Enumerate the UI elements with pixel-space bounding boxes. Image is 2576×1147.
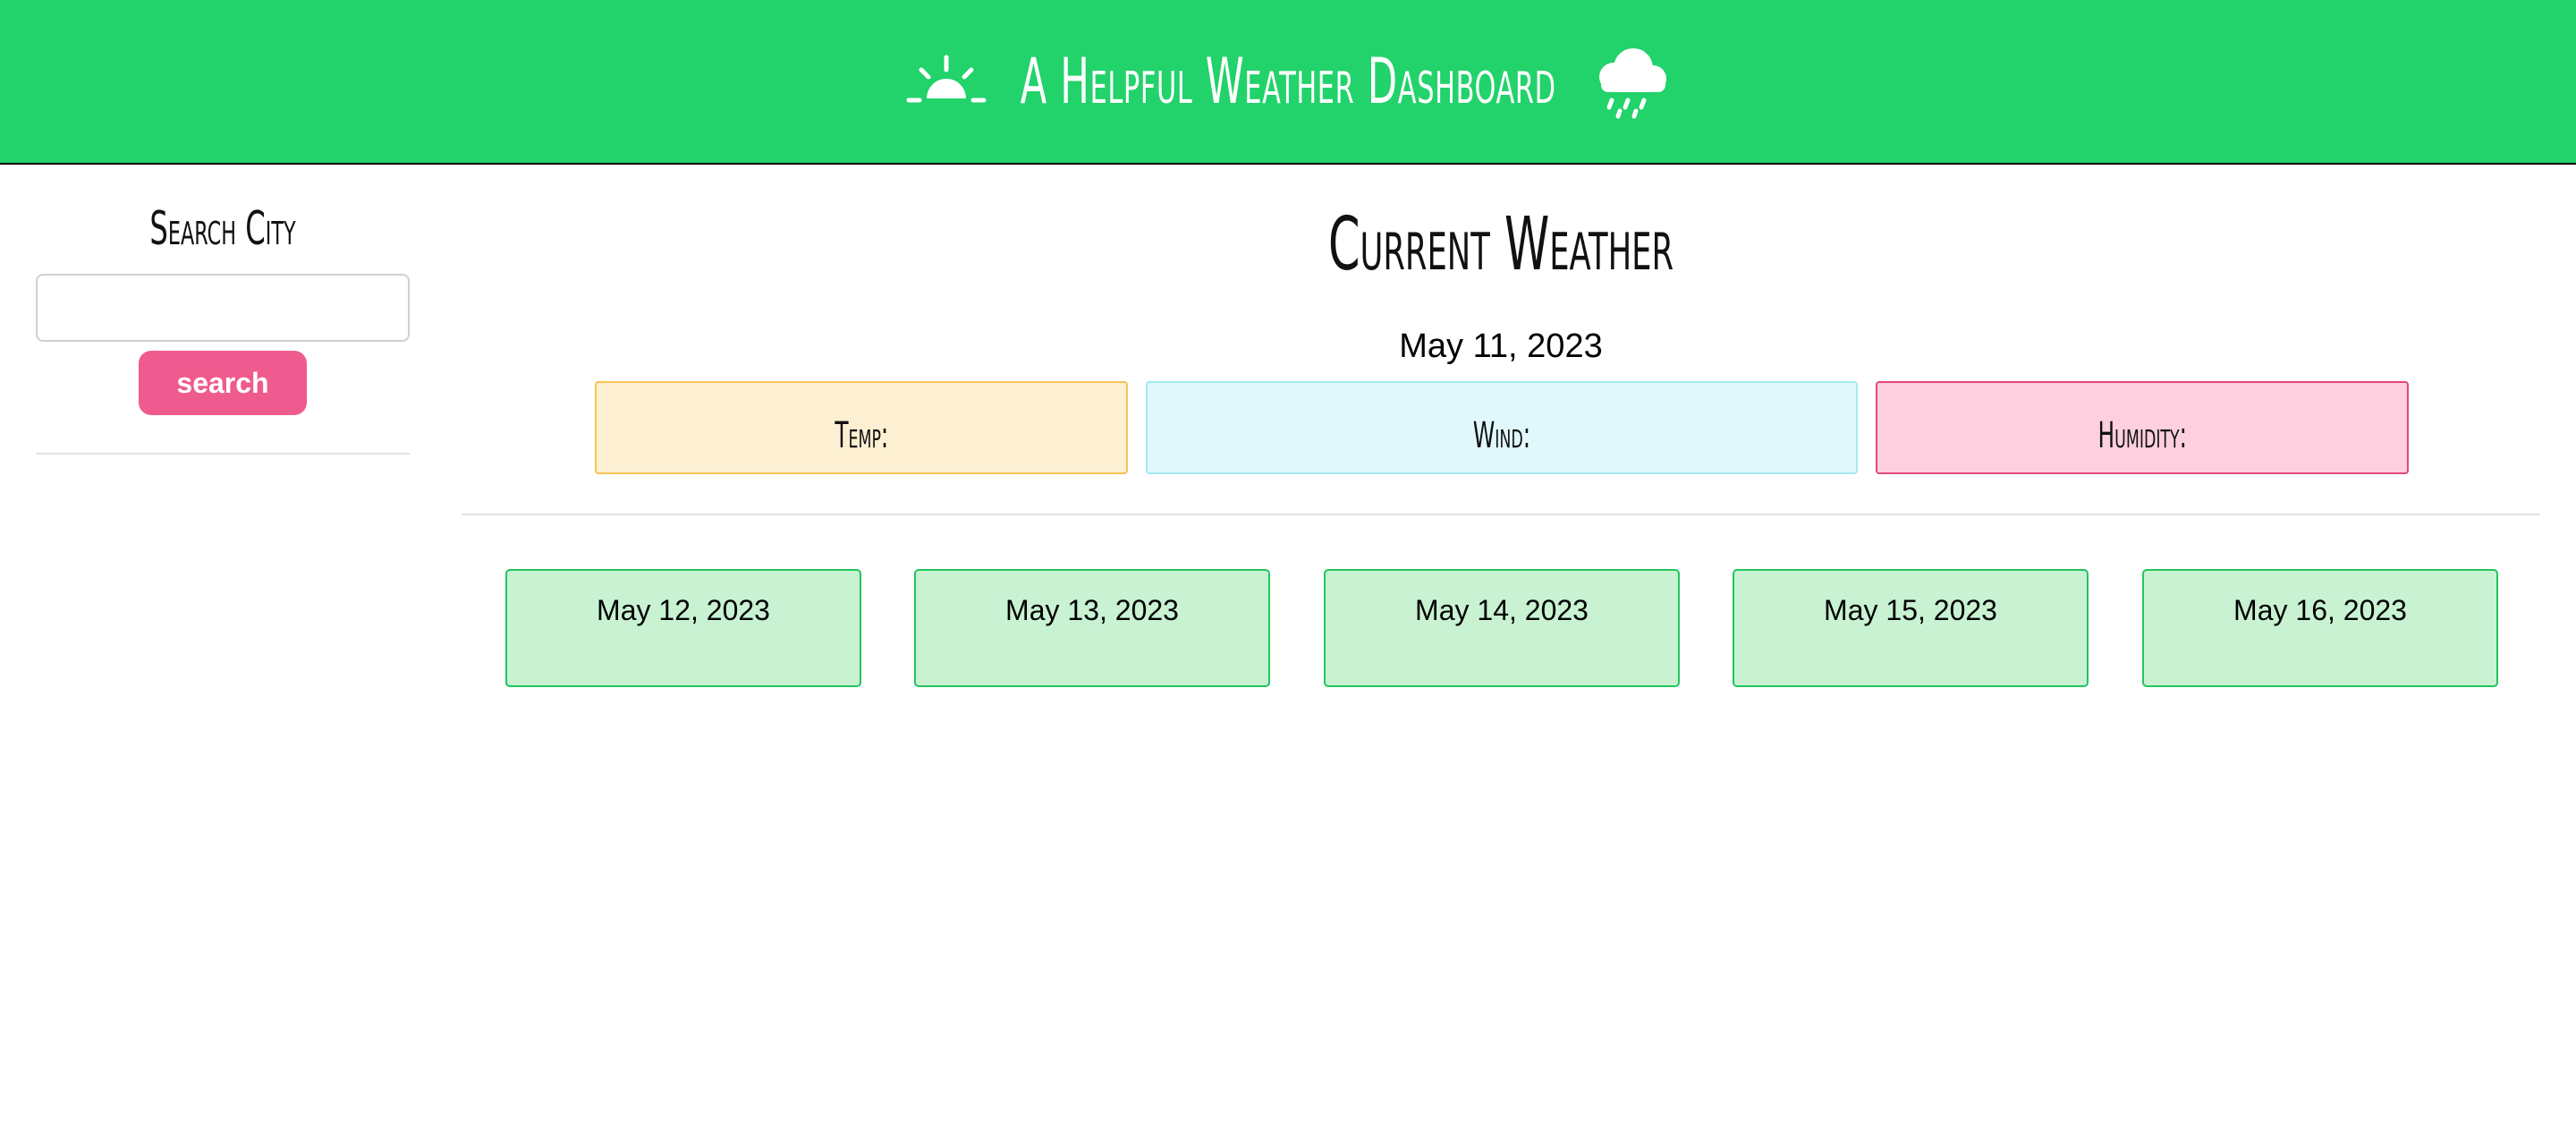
sunrise-icon <box>906 55 987 103</box>
city-search-input[interactable] <box>36 274 410 342</box>
forecast-date: May 12, 2023 <box>597 594 770 626</box>
header-title-group: A Helpful Weather Dashboard <box>905 43 1671 120</box>
temp-box: Temp: <box>595 381 1128 474</box>
forecast-card: May 16, 2023 <box>2142 569 2498 687</box>
forecast-card: May 14, 2023 <box>1324 569 1680 687</box>
wind-box: Wind: <box>1146 381 1858 474</box>
forecast-row: May 12, 2023 May 13, 2023 May 14, 2023 M… <box>462 569 2540 687</box>
sidebar: Search City search <box>36 165 410 455</box>
forecast-card: May 13, 2023 <box>914 569 1270 687</box>
forecast-date: May 15, 2023 <box>1824 594 1997 626</box>
forecast-date: May 16, 2023 <box>2233 594 2407 626</box>
current-stats-row: Temp: Wind: Humidity: <box>462 381 2540 476</box>
current-date: May 11, 2023 <box>1399 327 1603 365</box>
cloud-rain-icon <box>1599 48 1667 119</box>
search-city-heading: Search City <box>149 202 296 256</box>
current-weather-heading: Current Weather <box>1327 202 1674 287</box>
forecast-date: May 13, 2023 <box>1005 594 1179 626</box>
humidity-box: Humidity: <box>1876 381 2409 474</box>
app-title: A Helpful Weather Dashboard <box>1020 45 1556 118</box>
temp-label: Temp: <box>835 415 888 456</box>
main-divider <box>462 514 2540 515</box>
app-header: A Helpful Weather Dashboard <box>0 0 2576 165</box>
search-button[interactable]: search <box>139 351 307 415</box>
forecast-card: May 15, 2023 <box>1733 569 2089 687</box>
wind-label: Wind: <box>1472 415 1531 456</box>
main-content: Current Weather May 11, 2023 Temp: Wind:… <box>462 165 2540 687</box>
sidebar-divider <box>36 453 410 455</box>
forecast-card: May 12, 2023 <box>505 569 861 687</box>
forecast-date: May 14, 2023 <box>1415 594 1589 626</box>
humidity-label: Humidity: <box>2097 415 2187 456</box>
